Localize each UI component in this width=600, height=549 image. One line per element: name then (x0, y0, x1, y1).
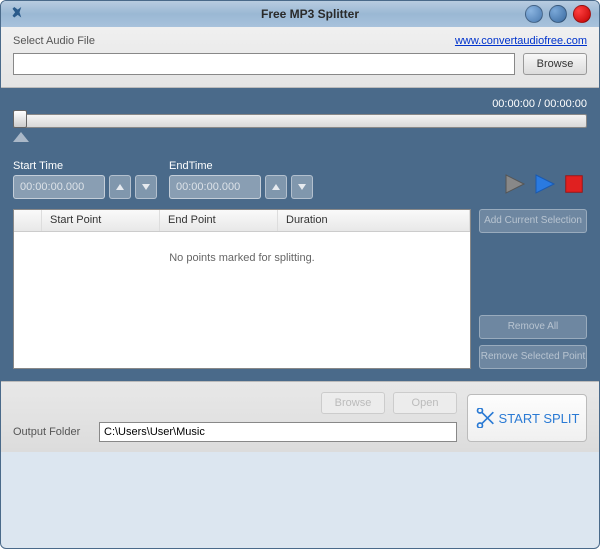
end-time-down-button[interactable] (291, 175, 313, 199)
minimize-button[interactable] (525, 5, 543, 23)
col-end-point: End Point (160, 210, 278, 231)
start-time-up-button[interactable] (109, 175, 131, 199)
playback-controls (501, 171, 587, 199)
play-grey-button[interactable] (501, 171, 527, 197)
table-empty-message: No points marked for splitting. (14, 232, 470, 284)
app-window: Free MP3 Splitter Select Audio File www.… (0, 0, 600, 549)
window-title: Free MP3 Splitter (29, 7, 591, 21)
playback-time-display: 00:00:00 / 00:00:00 (13, 98, 587, 110)
select-file-label: Select Audio File (13, 35, 95, 47)
end-time-group: EndTime (169, 160, 313, 199)
output-panel: Browse Open Output Folder START SPLIT (1, 381, 599, 452)
output-browse-button[interactable]: Browse (321, 392, 385, 414)
stop-button[interactable] (561, 171, 587, 197)
start-time-input[interactable] (13, 175, 105, 199)
side-button-panel: Add Current Selection Remove All Remove … (479, 209, 587, 369)
col-start-point: Start Point (42, 210, 160, 231)
close-button[interactable] (573, 5, 591, 23)
col-duration: Duration (278, 210, 470, 231)
start-time-label: Start Time (13, 160, 157, 172)
website-link[interactable]: www.convertaudiofree.com (455, 35, 587, 47)
output-open-button[interactable]: Open (393, 392, 457, 414)
titlebar: Free MP3 Splitter (1, 1, 599, 27)
slider-track-bar (13, 114, 587, 128)
slider-start-marker[interactable] (13, 132, 29, 142)
end-time-input[interactable] (169, 175, 261, 199)
position-slider[interactable] (13, 114, 587, 136)
start-time-down-button[interactable] (135, 175, 157, 199)
end-time-label: EndTime (169, 160, 313, 172)
remove-selected-button[interactable]: Remove Selected Point (479, 345, 587, 369)
browse-file-button[interactable]: Browse (523, 53, 587, 75)
scissors-icon (475, 408, 495, 428)
output-folder-label: Output Folder (13, 426, 91, 438)
main-panel: 00:00:00 / 00:00:00 Start Time EndTime (1, 88, 599, 381)
start-split-label: START SPLIT (499, 411, 580, 426)
col-checkbox (14, 210, 42, 231)
audio-file-input[interactable] (13, 53, 515, 75)
start-split-button[interactable]: START SPLIT (467, 394, 587, 442)
end-time-up-button[interactable] (265, 175, 287, 199)
maximize-button[interactable] (549, 5, 567, 23)
window-controls (525, 5, 591, 23)
output-folder-input[interactable] (99, 422, 457, 442)
add-selection-button[interactable]: Add Current Selection (479, 209, 587, 233)
slider-thumb[interactable] (13, 110, 27, 128)
app-icon (9, 7, 23, 21)
start-time-group: Start Time (13, 160, 157, 199)
play-button[interactable] (531, 171, 557, 197)
file-select-panel: Select Audio File www.convertaudiofree.c… (1, 27, 599, 88)
table-header: Start Point End Point Duration (14, 210, 470, 232)
remove-all-button[interactable]: Remove All (479, 315, 587, 339)
split-points-table: Start Point End Point Duration No points… (13, 209, 471, 369)
